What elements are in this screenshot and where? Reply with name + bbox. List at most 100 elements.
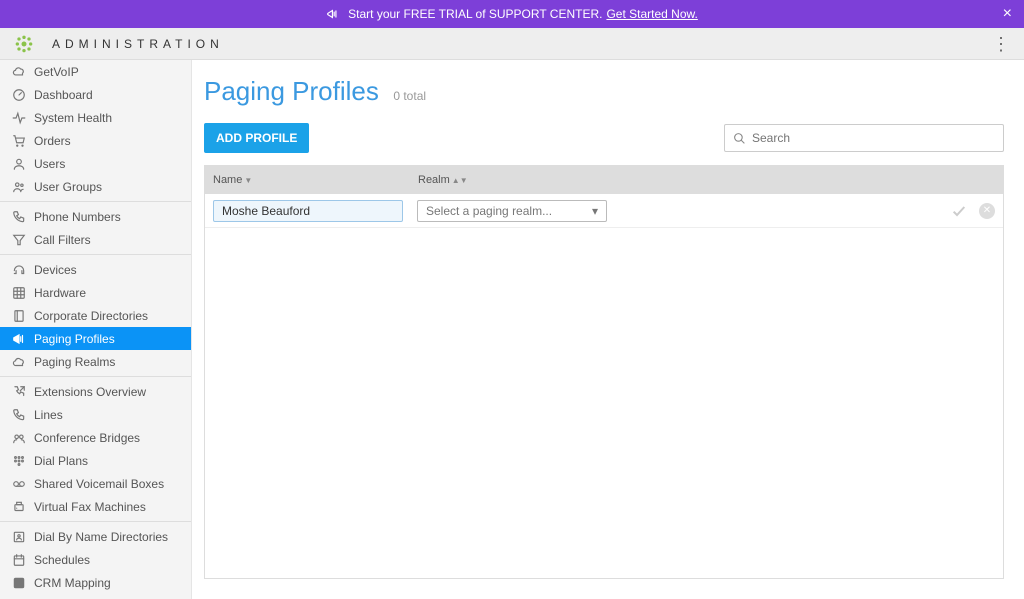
data-grid: Name▼ Realm▲▼ Select a paging realm... ▾… (204, 165, 1004, 579)
vm-icon (12, 477, 26, 491)
sidebar-item-label: Devices (34, 263, 77, 277)
phone-icon (12, 210, 26, 224)
search-input[interactable] (752, 131, 995, 145)
sidebar-item-label: Paging Profiles (34, 332, 115, 346)
ext-icon (12, 385, 26, 399)
grid-icon (12, 286, 26, 300)
sidebar-item-label: Extensions Overview (34, 385, 146, 399)
sidebar-item-label: Phone Numbers (34, 210, 121, 224)
search-icon (733, 132, 746, 145)
cloud2-icon (12, 355, 26, 369)
confirm-icon[interactable] (951, 203, 967, 219)
users-icon (12, 180, 26, 194)
dir-icon (12, 530, 26, 544)
sidebar-item-paging-realms[interactable]: Paging Realms (0, 350, 191, 373)
sidebar-item-label: Dial Plans (34, 454, 88, 468)
sidebar-item-crm-mapping[interactable]: CRM Mapping (0, 571, 191, 594)
sidebar-item-label: Schedules (34, 553, 90, 567)
sidebar-item-users[interactable]: Users (0, 152, 191, 175)
sidebar-item-extensions-overview[interactable]: Extensions Overview (0, 380, 191, 403)
sidebar-item-label: System Health (34, 111, 112, 125)
sidebar-item-label: Users (34, 157, 65, 171)
filter-icon (12, 233, 26, 247)
brand-logo-icon (14, 34, 34, 54)
sidebar-item-label: User Groups (34, 180, 102, 194)
sidebar-separator (0, 254, 191, 255)
page-count: 0 total (393, 89, 426, 103)
sidebar-separator (0, 521, 191, 522)
sidebar-item-label: Corporate Directories (34, 309, 148, 323)
sidebar-item-hold-music[interactable]: Hold Music (0, 594, 191, 599)
cal-icon (12, 553, 26, 567)
sidebar-item-devices[interactable]: Devices (0, 258, 191, 281)
horn-icon (12, 332, 26, 346)
kebab-menu-icon[interactable]: ⋮ (992, 40, 1010, 48)
sidebar-item-shared-voicemail-boxes[interactable]: Shared Voicemail Boxes (0, 472, 191, 495)
crm-icon (12, 576, 26, 590)
sidebar-item-label: Dashboard (34, 88, 93, 102)
sidebar-item-label: CRM Mapping (34, 576, 111, 590)
sidebar-item-label: GetVoIP (34, 65, 79, 79)
column-realm[interactable]: Realm▲▼ (418, 174, 618, 186)
phone2-icon (12, 408, 26, 422)
pulse-icon (12, 111, 26, 125)
sidebar-item-dial-by-name-directories[interactable]: Dial By Name Directories (0, 525, 191, 548)
gauge-icon (12, 88, 26, 102)
cloud-icon (12, 65, 26, 79)
sidebar-item-dial-plans[interactable]: Dial Plans (0, 449, 191, 472)
sidebar-separator (0, 376, 191, 377)
realm-placeholder: Select a paging realm... (426, 204, 552, 218)
topbar: ADMINISTRATION ⋮ (0, 28, 1024, 60)
sidebar-item-virtual-fax-machines[interactable]: Virtual Fax Machines (0, 495, 191, 518)
add-profile-button[interactable]: ADD PROFILE (204, 123, 309, 153)
sidebar-item-lines[interactable]: Lines (0, 403, 191, 426)
cancel-icon[interactable]: ✕ (979, 203, 995, 219)
sort-caret-icon: ▲▼ (452, 176, 468, 185)
sidebar-item-call-filters[interactable]: Call Filters (0, 228, 191, 251)
sidebar-item-label: Conference Bridges (34, 431, 140, 445)
sidebar-item-label: Orders (34, 134, 71, 148)
header-title: ADMINISTRATION (52, 37, 224, 51)
table-row: Select a paging realm... ▾ ✕ (205, 194, 1003, 228)
sidebar-item-system-health[interactable]: System Health (0, 106, 191, 129)
sidebar-item-orders[interactable]: Orders (0, 129, 191, 152)
dial-icon (12, 454, 26, 468)
sidebar-item-conference-bridges[interactable]: Conference Bridges (0, 426, 191, 449)
conf-icon (12, 431, 26, 445)
cart-icon (12, 134, 26, 148)
column-name[interactable]: Name▼ (213, 174, 418, 186)
grid-header: Name▼ Realm▲▼ (205, 166, 1003, 194)
close-icon[interactable]: × (1003, 5, 1012, 23)
sidebar-item-label: Virtual Fax Machines (34, 500, 146, 514)
sidebar-item-dashboard[interactable]: Dashboard (0, 83, 191, 106)
sidebar-item-label: Paging Realms (34, 355, 115, 369)
sidebar-separator (0, 201, 191, 202)
book-icon (12, 309, 26, 323)
sidebar-item-hardware[interactable]: Hardware (0, 281, 191, 304)
page-title: Paging Profiles (204, 76, 379, 107)
name-input[interactable] (213, 200, 403, 222)
sidebar-item-label: Hardware (34, 286, 86, 300)
banner-link[interactable]: Get Started Now. (606, 7, 697, 21)
grid-empty-area (205, 228, 1003, 578)
realm-select[interactable]: Select a paging realm... ▾ (417, 200, 607, 222)
fax-icon (12, 500, 26, 514)
sidebar-item-getvoip[interactable]: GetVoIP (0, 60, 191, 83)
megaphone-icon (326, 7, 340, 21)
sidebar-item-phone-numbers[interactable]: Phone Numbers (0, 205, 191, 228)
sidebar-item-label: Dial By Name Directories (34, 530, 168, 544)
sidebar-item-user-groups[interactable]: User Groups (0, 175, 191, 198)
headset-icon (12, 263, 26, 277)
main-content: Paging Profiles 0 total ADD PROFILE Name… (192, 60, 1024, 599)
sidebar-item-label: Lines (34, 408, 63, 422)
promo-banner: Start your FREE TRIAL of SUPPORT CENTER.… (0, 0, 1024, 28)
banner-text: Start your FREE TRIAL of SUPPORT CENTER. (348, 7, 602, 21)
sidebar-item-schedules[interactable]: Schedules (0, 548, 191, 571)
sidebar-item-label: Shared Voicemail Boxes (34, 477, 164, 491)
sidebar-item-corporate-directories[interactable]: Corporate Directories (0, 304, 191, 327)
sidebar-item-paging-profiles[interactable]: Paging Profiles (0, 327, 191, 350)
search-box[interactable] (724, 124, 1004, 152)
sidebar-item-label: Call Filters (34, 233, 91, 247)
sidebar: GetVoIP Dashboard System Health Orders Users… (0, 60, 192, 599)
user-icon (12, 157, 26, 171)
